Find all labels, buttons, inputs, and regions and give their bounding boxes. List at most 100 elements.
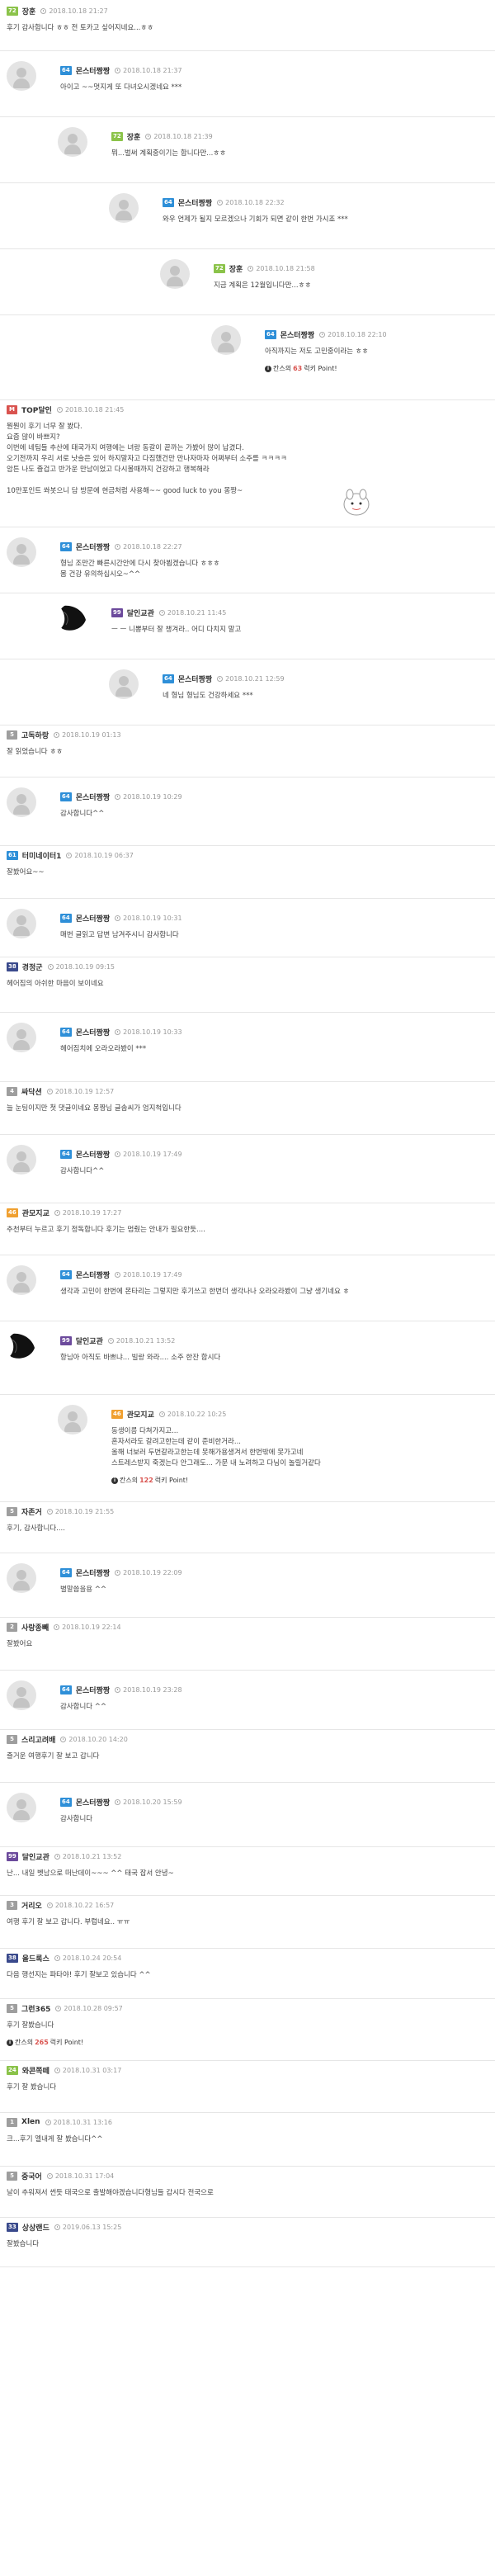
- author-nickname[interactable]: 관모지교: [127, 1409, 154, 1420]
- avatar[interactable]: [7, 1793, 36, 1822]
- comment-body: 항님아 아직도 바쁘냐... 빌랑 와라.... 소주 한잔 합시다: [60, 1354, 221, 1362]
- comment-content: 64 몬스터짱짱 2018.10.19 17:49 감사합니다^^: [60, 1148, 490, 1177]
- comment-header: 64 몬스터짱짱 2018.10.19 17:49: [60, 1148, 490, 1160]
- author-nickname[interactable]: 경정군: [22, 962, 43, 972]
- author-nickname[interactable]: 몬스터짱짱: [76, 913, 110, 924]
- author-nickname[interactable]: 장훈: [127, 131, 141, 142]
- author-nickname[interactable]: 관모지교: [22, 1208, 50, 1218]
- avatar[interactable]: [109, 193, 139, 223]
- level-badge: 64: [60, 913, 72, 923]
- comment-content: 64 몬스터짱짱 2018.10.19 22:09 별말씀을용 ^^: [60, 1567, 490, 1595]
- author-nickname[interactable]: 올드록스: [22, 1953, 50, 1964]
- author-nickname[interactable]: 몬스터짱짱: [76, 541, 110, 552]
- clock-icon: [107, 1337, 114, 1344]
- clock-icon: [115, 793, 121, 800]
- avatar[interactable]: [7, 1145, 36, 1175]
- avatar[interactable]: [7, 1331, 36, 1361]
- avatar[interactable]: [7, 1023, 36, 1052]
- avatar-body-icon: [167, 277, 183, 286]
- author-nickname[interactable]: 몬스터짱짱: [76, 1269, 110, 1280]
- author-nickname[interactable]: 상상랜드: [22, 2222, 50, 2233]
- comment-content: 5 중국어 2018.10.31 17:04 날이 추워져서 썬듯 태국으로 출발해야…: [7, 2170, 490, 2199]
- avatar-head-icon: [16, 1029, 26, 1039]
- comment-date: 2019.06.13 15:25: [62, 2223, 122, 2231]
- avatar[interactable]: [160, 259, 190, 289]
- comment-content: 72 장훈 2018.10.18 21:39 뭐...벌써 계획중이기는 합니다만..…: [111, 130, 490, 159]
- author-nickname[interactable]: TOP달인: [21, 404, 52, 415]
- author-nickname[interactable]: 터미네이터1: [22, 850, 62, 861]
- author-nickname[interactable]: 달인교관: [127, 607, 154, 618]
- author-nickname[interactable]: 몬스터짱짱: [178, 674, 212, 684]
- author-nickname[interactable]: 와콘쪽떼: [22, 2065, 50, 2076]
- author-nickname[interactable]: 몬스터짱짱: [76, 792, 110, 802]
- avatar[interactable]: [7, 787, 36, 817]
- comment-header: 64 몬스터짱짱 2018.10.21 12:59: [163, 673, 490, 684]
- emoticon-sticker-icon: [340, 486, 373, 519]
- point-icon: i: [7, 2039, 13, 2046]
- avatar[interactable]: [7, 61, 36, 91]
- level-badge: 64: [60, 1685, 72, 1694]
- clock-icon: [54, 1624, 60, 1630]
- avatar[interactable]: [109, 669, 139, 699]
- avatar[interactable]: [7, 537, 36, 567]
- author-nickname[interactable]: 몬스터짱짱: [76, 1797, 110, 1808]
- comment-body: 뭔뭔이 후기 너무 잘 봤다. 요즘 많이 바쁘지? 이번에 네팀들 추산에 태…: [7, 423, 287, 495]
- lucky-point-suffix: 럭키 Point!: [304, 365, 337, 372]
- reply-item: 64 몬스터짱짱 2018.10.20 15:59 감사합니다: [0, 1783, 495, 1847]
- author-nickname[interactable]: 달인교관: [76, 1335, 103, 1346]
- author-nickname[interactable]: 자존거: [21, 1506, 42, 1517]
- avatar[interactable]: [58, 1405, 87, 1435]
- author-nickname[interactable]: 중국어: [21, 2171, 42, 2181]
- author-nickname[interactable]: Xlen: [21, 2118, 40, 2126]
- reply-item: 64 몬스터짱짱 2018.10.19 17:49 생각과 고민이 한번에 몬타리는 …: [0, 1255, 495, 1321]
- comment-header: 64 몬스터짱짱 2018.10.19 23:28: [60, 1684, 490, 1695]
- comment-body: 동생이름 다쳐가지고... 혼자서라도 갈려고한는데 같이 준비한거라... 올…: [111, 1427, 321, 1468]
- author-nickname[interactable]: 몬스터짱짱: [76, 1567, 110, 1578]
- comment-header: 46 관모지교 2018.10.22 10:25: [111, 1408, 490, 1420]
- comment-header: 64 몬스터짱짱 2018.10.19 22:09: [60, 1567, 490, 1578]
- avatar[interactable]: [211, 325, 241, 355]
- avatar-body-icon: [116, 687, 132, 697]
- comment-header: 38 올드록스 2018.10.24 20:54: [7, 1952, 490, 1964]
- comment-body: 후기 잘봤습니다: [7, 2021, 54, 2030]
- comment-header: 38 경정군 2018.10.19 09:15: [7, 961, 490, 972]
- clock-icon: [46, 1508, 53, 1515]
- comment-header: 64 몬스터짱짱 2018.10.19 10:29: [60, 791, 490, 802]
- author-nickname[interactable]: 몬스터짱짱: [76, 1149, 110, 1160]
- comment-content: 64 몬스터짱짱 2018.10.19 10:29 감사합니다^^: [60, 791, 490, 820]
- level-badge: 64: [60, 1027, 72, 1037]
- comment-body: 다음 행선지는 파타야! 후기 잘보고 있습니다 ^^: [7, 1971, 151, 1979]
- comment-content: 64 몬스터짱짱 2018.10.19 23:28 감사합니다 ^^: [60, 1684, 490, 1713]
- author-nickname[interactable]: 그런365: [21, 2003, 50, 2014]
- avatar[interactable]: [7, 909, 36, 938]
- avatar[interactable]: [58, 603, 87, 633]
- author-nickname[interactable]: 몬스터짱짱: [280, 329, 314, 340]
- clock-icon: [115, 1151, 121, 1157]
- author-nickname[interactable]: 몬스터짱짱: [76, 1685, 110, 1695]
- author-nickname[interactable]: 장훈: [22, 6, 36, 17]
- avatar-body-icon: [13, 1810, 30, 1820]
- avatar[interactable]: [58, 127, 87, 157]
- comment-content: 46 관모지교 2018.10.22 10:25 동생이름 다쳐가지고... 혼자서라…: [111, 1408, 490, 1485]
- avatar[interactable]: [7, 1265, 36, 1295]
- author-nickname[interactable]: 싸닥션: [21, 1086, 42, 1097]
- comment-content: 64 몬스터짱짱 2018.10.18 22:10 아직까지는 저도 고민중이라는 ㅎ…: [265, 328, 490, 373]
- clock-icon: [115, 1569, 121, 1576]
- author-nickname[interactable]: 몬스터짱짱: [76, 65, 110, 76]
- author-nickname[interactable]: 사랑종빼: [21, 1622, 49, 1633]
- comment-date: 2018.10.19 12:57: [54, 1087, 115, 1095]
- comment-content: 64 몬스터짱짱 2018.10.18 22:27 형님 조만간 빠른시간안에 다시 …: [60, 541, 490, 580]
- avatar[interactable]: [7, 1563, 36, 1593]
- author-nickname[interactable]: 몬스터짱짱: [178, 197, 212, 208]
- level-badge: 5: [7, 2171, 17, 2181]
- author-nickname[interactable]: 스리고려배: [21, 1734, 55, 1745]
- author-nickname[interactable]: 달인교관: [22, 1851, 50, 1862]
- author-nickname[interactable]: 몬스터짱짱: [76, 1027, 110, 1037]
- author-nickname[interactable]: 고독하랑: [21, 730, 49, 740]
- author-nickname[interactable]: 장훈: [229, 263, 243, 274]
- lucky-point-prefix: 칸스의: [273, 365, 292, 372]
- avatar[interactable]: [7, 1680, 36, 1710]
- comment-content: 4 싸닥션 2018.10.19 12:57 늘 눈팅이지만 첫 댓글이네요 몽짱님 …: [7, 1085, 490, 1114]
- author-nickname[interactable]: 거리오: [21, 1900, 42, 1911]
- comment-item: 5 중국어 2018.10.31 17:04 날이 추워져서 썬듯 태국으로 출발해야…: [0, 2167, 495, 2218]
